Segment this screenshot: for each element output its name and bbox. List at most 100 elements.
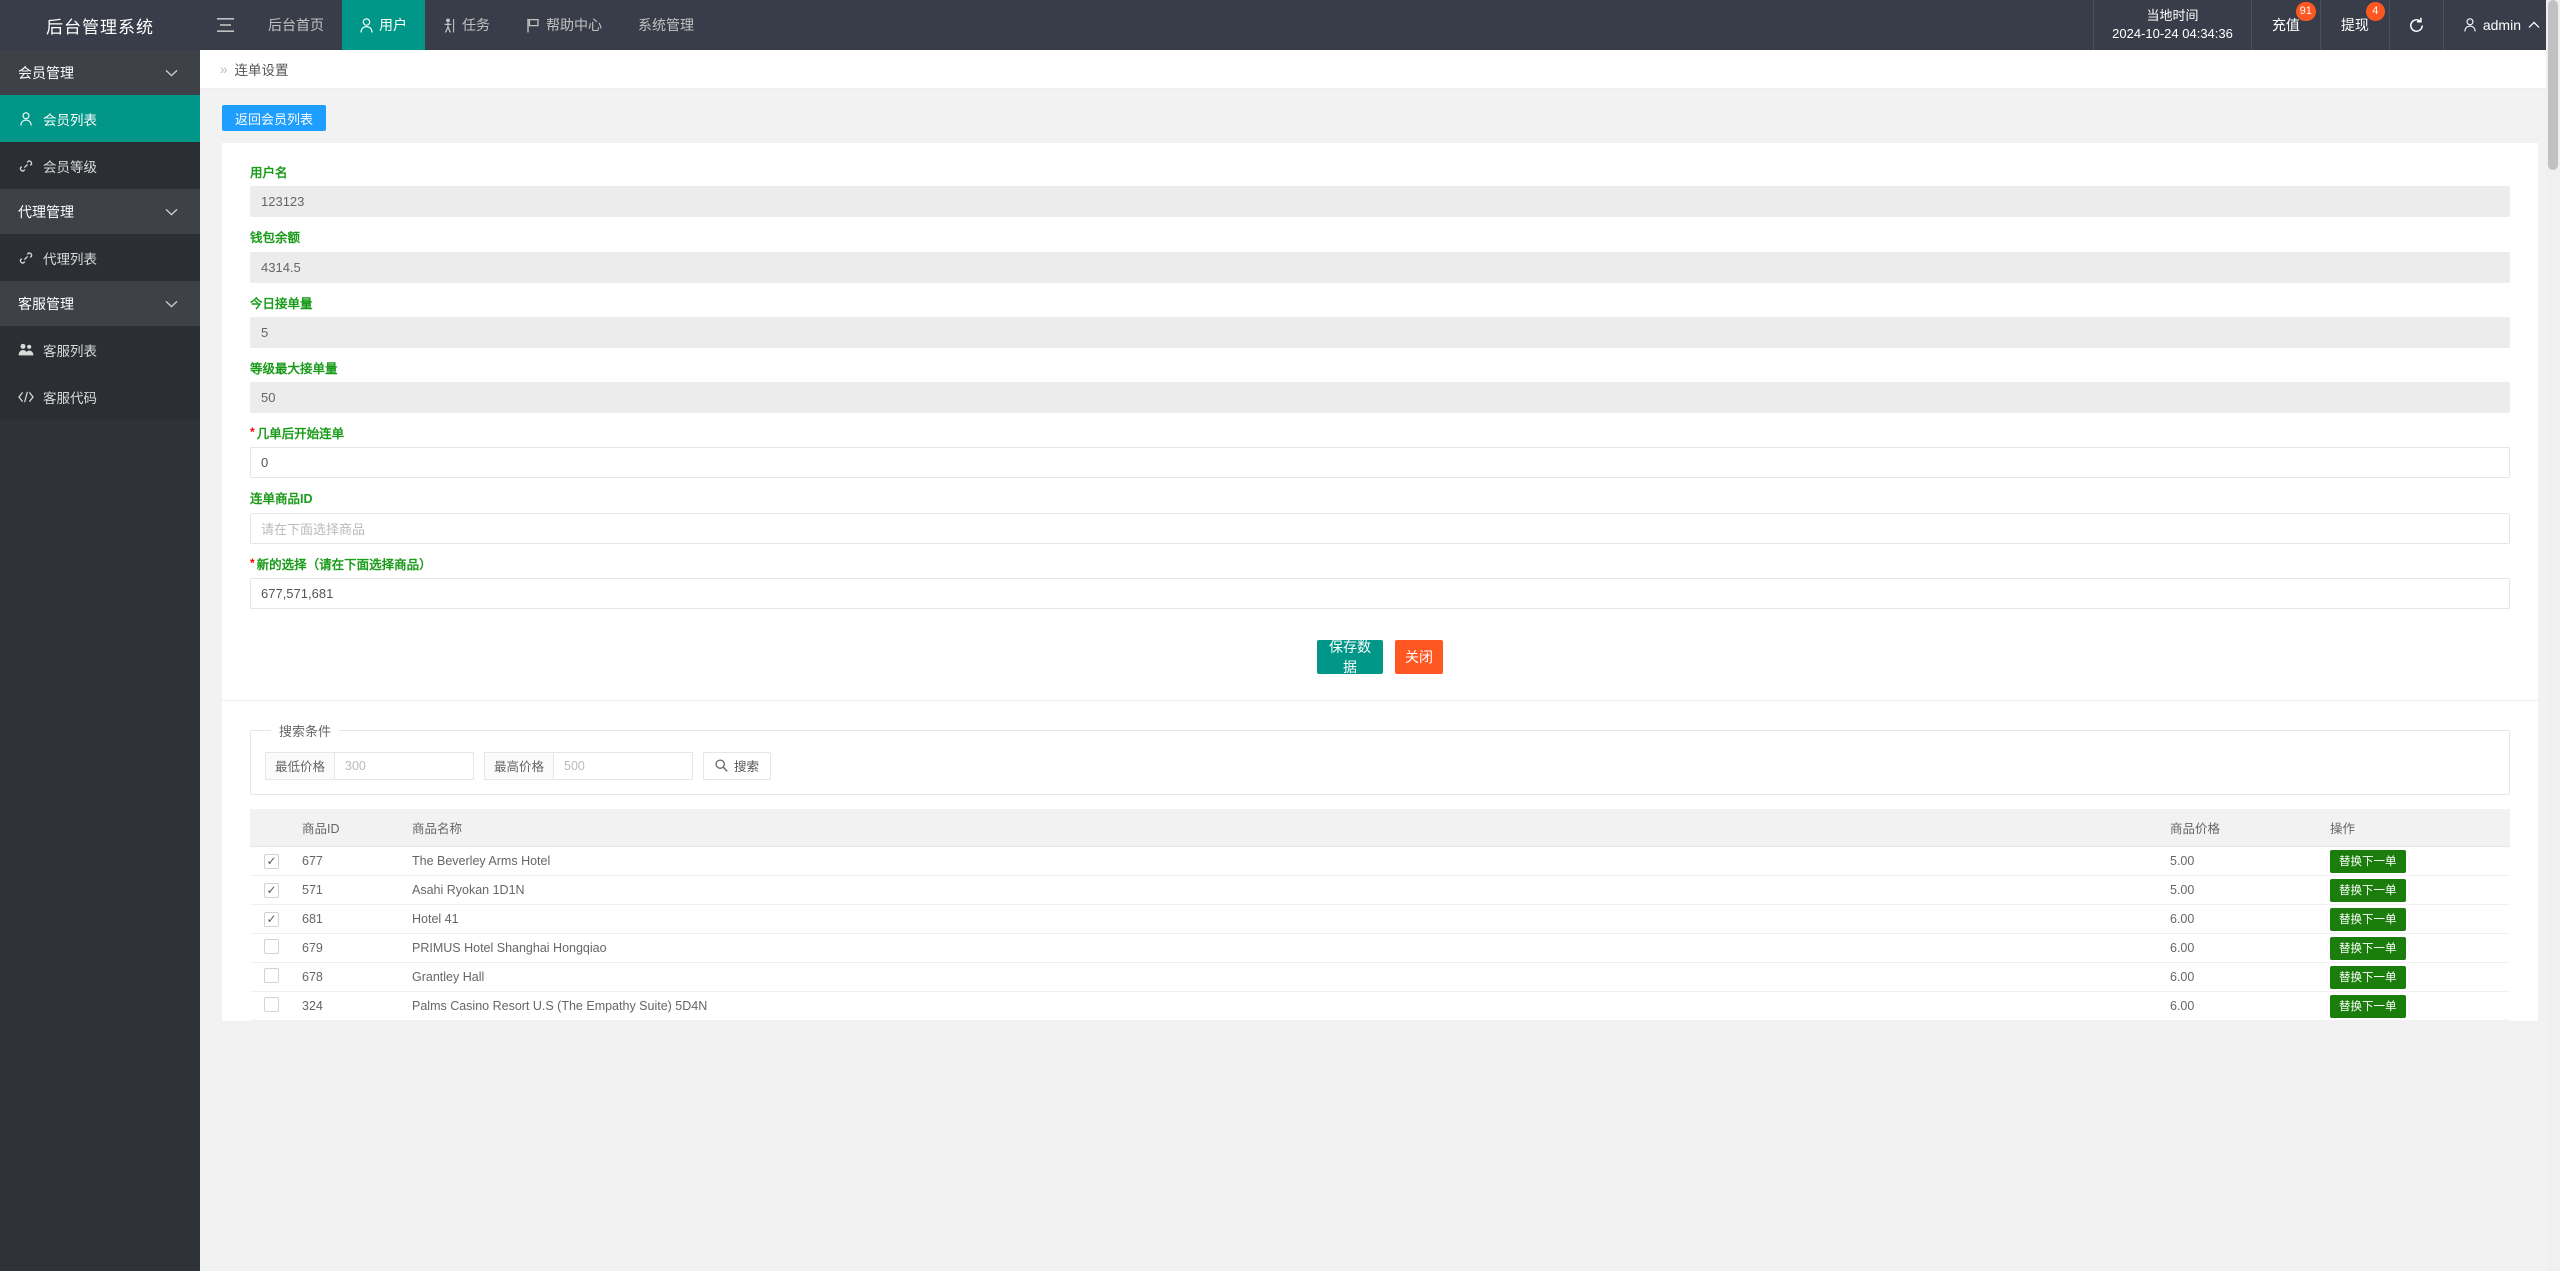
replace-next-order-button[interactable]: 替换下一单 (2330, 936, 2406, 960)
sidebar-item-support-list[interactable]: 客服列表 (0, 326, 200, 373)
cell-product-name: The Beverley Arms Hotel (402, 846, 2160, 877)
save-button[interactable]: 保存数据 (1317, 639, 1383, 675)
today-order-count-input[interactable]: 5 (250, 316, 2510, 348)
refresh-button[interactable] (2388, 0, 2443, 50)
cell-product-id: 681 (292, 904, 402, 935)
code-icon (18, 391, 34, 403)
withdraw-button[interactable]: 提现 4 (2319, 0, 2389, 50)
page-scrollbar[interactable] (2546, 0, 2560, 1271)
sidebar-item-label: 会员等级 (43, 159, 97, 175)
form-field-combo-product-id: 连单商品ID 请在下面选择商品 (250, 491, 2510, 544)
form-label-text: 几单后开始连单 (256, 427, 345, 441)
max-price-placeholder: 500 (564, 758, 585, 773)
field-value: 50 (261, 390, 276, 405)
form-label-text: 连单商品ID (250, 492, 313, 507)
level-max-order-count-input[interactable]: 50 (250, 382, 2510, 413)
form-label-text: 今日接单量 (250, 296, 313, 311)
row-checkbox[interactable]: ✓ (264, 911, 279, 927)
cell-product-id: 678 (292, 962, 402, 993)
cell-product-name: PRIMUS Hotel Shanghai Hongqiao (402, 933, 2160, 964)
sidebar-group-agent-management[interactable]: 代理管理 (0, 189, 200, 234)
cell-product-id: 324 (292, 991, 402, 1022)
replace-next-order-button[interactable]: 替换下一单 (2330, 994, 2406, 1018)
form-label-text: 钱包余额 (250, 231, 301, 246)
combo-product-id-input[interactable]: 请在下面选择商品 (250, 512, 2510, 544)
withdraw-label: 提现 (2340, 17, 2369, 33)
nav-item-user[interactable]: 用户 (342, 0, 425, 50)
sidebar-item-member-level[interactable]: 会员等级 (0, 142, 200, 189)
field-value: 4314.5 (261, 259, 301, 275)
hamburger-icon (216, 18, 234, 32)
form-label: * 新的选择（请在下面选择商品） (250, 557, 2510, 573)
product-table: 商品ID 商品名称 商品价格 操作 ✓ 677 The Beverley Arm… (250, 808, 2510, 1022)
row-checkbox[interactable]: ✓ (264, 882, 279, 898)
required-asterisk: * (250, 425, 255, 439)
user-menu-button[interactable]: admin (2442, 0, 2560, 50)
replace-next-order-button[interactable]: 替换下一单 (2330, 907, 2406, 931)
header-right-zone: 当地时间 2024-10-24 04:34:36 充值 91 提现 4 admi… (2093, 0, 2560, 50)
page-scrollbar-thumb[interactable] (2548, 0, 2558, 170)
table-body: ✓ 677 The Beverley Arms Hotel 5.00 替换下一单… (250, 846, 2510, 1022)
cell-product-price: 6.00 (2160, 991, 2320, 1022)
menu-toggle-button[interactable] (200, 0, 250, 50)
min-price-label: 最低价格 (265, 751, 335, 780)
form-field-new-selection: * 新的选择（请在下面选择商品） 677,571,681 (250, 557, 2510, 609)
sidebar-group-member-management[interactable]: 会员管理 (0, 50, 200, 95)
nav-item-home[interactable]: 后台首页 (250, 0, 342, 50)
close-button[interactable]: 关闭 (1395, 639, 1443, 674)
form-label: 等级最大接单量 (250, 361, 2510, 377)
chevron-up-icon (2528, 21, 2540, 28)
wallet-balance-input[interactable]: 4314.5 (250, 251, 2510, 283)
chevron-down-icon (165, 69, 178, 76)
back-to-member-list-button[interactable]: 返回会员列表 (222, 105, 327, 131)
avatar-icon (2464, 18, 2476, 32)
search-legend: 搜索条件 (279, 723, 332, 739)
link-icon (18, 159, 34, 173)
max-price-input[interactable]: 500 (553, 751, 694, 780)
top-header: 后台管理系统 后台首页 用户 任务 帮助中心 系统管理 当地时间 2024-10… (0, 0, 2560, 50)
user-name: admin (2482, 17, 2521, 33)
form-label: 用户名 (250, 165, 2510, 181)
orders-before-combo-input[interactable]: 0 (250, 447, 2510, 479)
nav-item-system-management[interactable]: 系统管理 (620, 0, 712, 50)
chevron-down-icon (165, 300, 178, 307)
min-price-input[interactable]: 300 (334, 751, 475, 780)
nav-item-label: 帮助中心 (546, 17, 602, 33)
replace-next-order-button[interactable]: 替换下一单 (2330, 878, 2406, 902)
nav-item-label: 系统管理 (638, 17, 694, 33)
sidebar-item-support-code[interactable]: 客服代码 (0, 373, 200, 420)
nav-item-help-center[interactable]: 帮助中心 (508, 0, 620, 50)
sidebar-item-label: 会员列表 (43, 112, 97, 128)
main-nav: 后台首页 用户 任务 帮助中心 系统管理 (250, 0, 712, 50)
row-checkbox[interactable]: ✓ (264, 968, 279, 984)
user-icon (18, 111, 34, 126)
sidebar-group-support-management[interactable]: 客服管理 (0, 281, 200, 326)
sidebar-item-member-list[interactable]: 会员列表 (0, 95, 200, 142)
table-header-row: 商品ID 商品名称 商品价格 操作 (250, 808, 2510, 848)
sidebar-item-label: 客服列表 (43, 343, 97, 359)
max-price-label: 最高价格 (484, 751, 554, 780)
username-input[interactable]: 123123 (250, 186, 2510, 218)
nav-item-label: 后台首页 (268, 17, 324, 33)
col-header-product-id: 商品ID (292, 808, 402, 848)
nav-item-task[interactable]: 任务 (425, 0, 508, 50)
row-checkbox[interactable]: ✓ (264, 997, 279, 1013)
sidebar-group-label: 代理管理 (18, 203, 74, 220)
form-label-text: 新的选择（请在下面选择商品） (256, 557, 432, 572)
recharge-button[interactable]: 充值 91 (2250, 0, 2320, 50)
sidebar-item-agent-list[interactable]: 代理列表 (0, 234, 200, 281)
replace-next-order-button[interactable]: 替换下一单 (2330, 965, 2406, 989)
row-checkbox[interactable]: ✓ (264, 939, 279, 955)
search-button[interactable]: 搜索 (703, 751, 772, 780)
recharge-label: 充值 (2271, 17, 2300, 33)
sidebar-group-label: 客服管理 (18, 295, 74, 312)
field-value: 0 (261, 455, 269, 471)
new-selection-input[interactable]: 677,571,681 (250, 577, 2510, 609)
local-time: 当地时间 2024-10-24 04:34:36 (2093, 0, 2251, 50)
field-value: 5 (261, 324, 269, 340)
replace-next-order-button[interactable]: 替换下一单 (2330, 849, 2406, 873)
cell-product-name: Palms Casino Resort U.S (The Empathy Sui… (402, 991, 2160, 1022)
table-row: ✓ 677 The Beverley Arms Hotel 5.00 替换下一单 (250, 846, 2510, 877)
form-label: 今日接单量 (250, 296, 2510, 312)
row-checkbox[interactable]: ✓ (264, 853, 279, 869)
